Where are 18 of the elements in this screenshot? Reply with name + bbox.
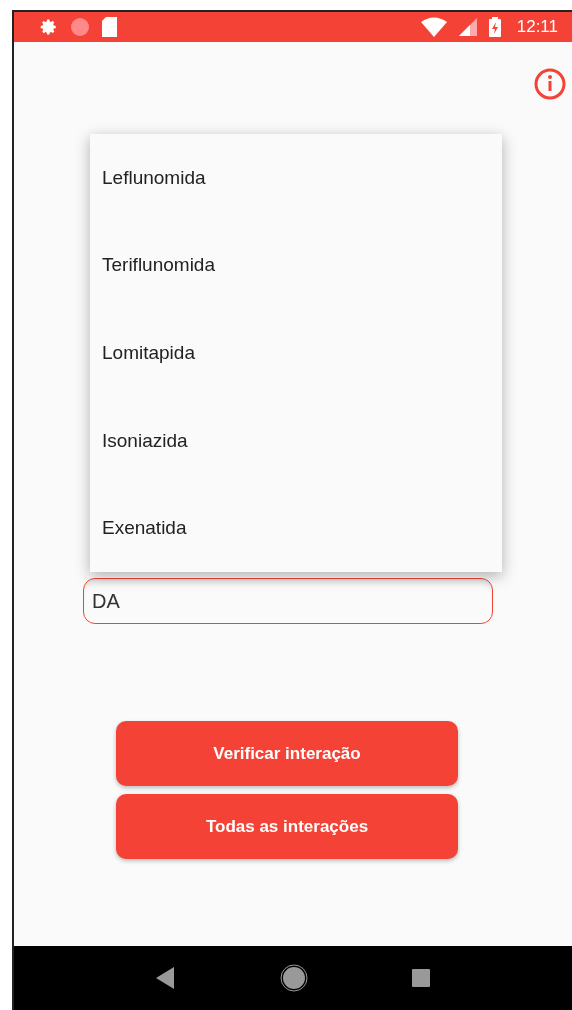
signal-icon xyxy=(458,18,477,36)
suggestion-item[interactable]: Isoniazida xyxy=(90,396,502,485)
gear-icon xyxy=(40,18,58,36)
action-button[interactable]: Verificar interação xyxy=(116,721,458,786)
circle-icon xyxy=(70,17,90,37)
suggestion-item[interactable]: Teriflunomida xyxy=(90,221,502,310)
back-icon[interactable] xyxy=(156,967,176,989)
suggestion-item[interactable]: Leflunomida xyxy=(90,134,502,222)
suggestion-item[interactable]: Exenatida xyxy=(90,484,502,572)
suggestion-item[interactable]: Lomitapida xyxy=(90,309,502,397)
action-button[interactable]: Todas as interações xyxy=(116,794,458,859)
sd-card-icon xyxy=(102,17,119,37)
info-icon[interactable] xyxy=(534,68,566,100)
second-substance-field[interactable]: DA xyxy=(83,578,493,624)
wifi-icon xyxy=(420,17,447,37)
battery-icon xyxy=(488,17,501,37)
home-icon[interactable] xyxy=(280,964,308,992)
status-time: 12:11 xyxy=(516,17,558,37)
